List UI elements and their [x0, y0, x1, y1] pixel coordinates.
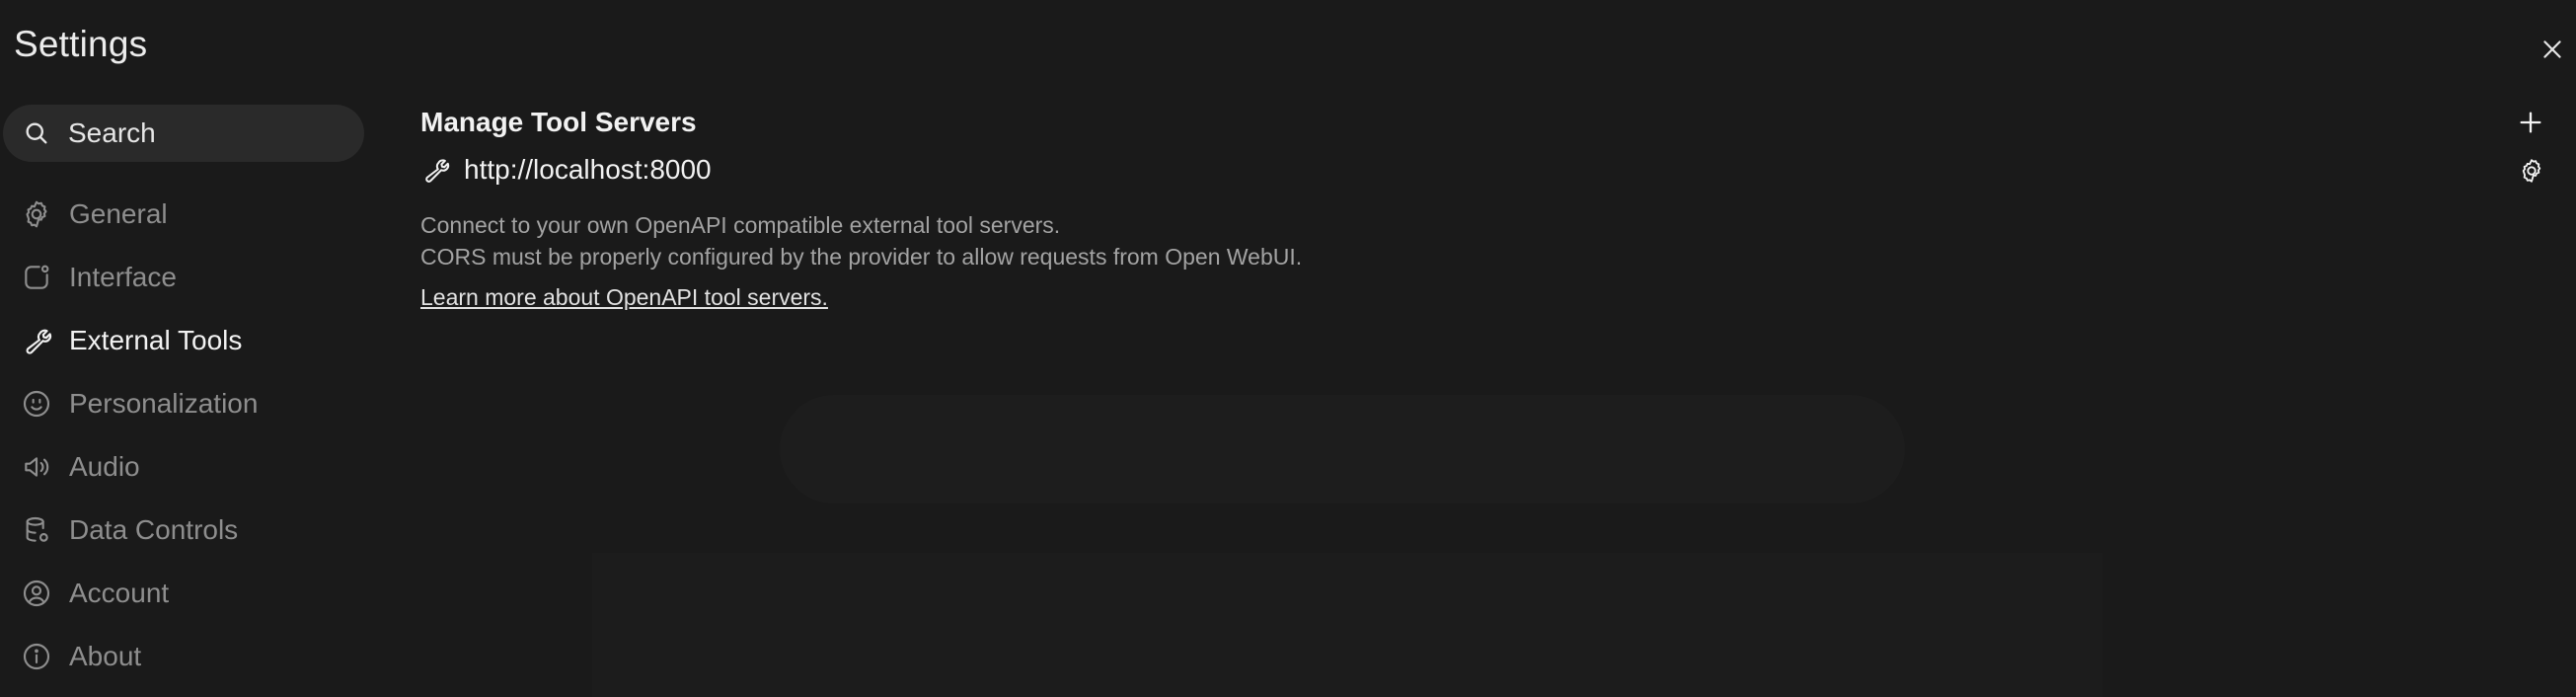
wrench-icon — [20, 324, 53, 357]
backdrop-shape — [780, 395, 1905, 503]
description-line: CORS must be properly configured by the … — [420, 244, 1303, 270]
sidebar-item-about[interactable]: About — [0, 625, 370, 688]
settings-window: Settings General — [0, 0, 2576, 697]
info-icon — [20, 640, 53, 673]
server-settings-button[interactable] — [2515, 154, 2548, 188]
sidebar-item-label: External Tools — [69, 325, 243, 355]
sidebar-item-label: Account — [69, 578, 170, 608]
description-line: Connect to your own OpenAPI compatible e… — [420, 212, 1061, 238]
face-icon — [20, 387, 53, 421]
section-title: Manage Tool Servers — [420, 107, 697, 137]
sidebar-item-label: General — [69, 198, 168, 229]
sidebar-item-data-controls[interactable]: Data Controls — [0, 499, 370, 562]
add-server-button[interactable] — [2513, 105, 2548, 140]
sidebar-item-personalization[interactable]: Personalization — [0, 372, 370, 435]
sidebar-item-label: Data Controls — [69, 514, 239, 545]
page-title: Settings — [14, 24, 148, 64]
database-icon — [20, 513, 53, 547]
search-icon — [26, 122, 47, 144]
sidebar-item-general[interactable]: General — [0, 183, 370, 246]
learn-more-link[interactable]: Learn more about OpenAPI tool servers. — [420, 284, 828, 311]
sidebar-item-label: Audio — [69, 451, 140, 482]
gear-icon — [2522, 159, 2541, 183]
sidebar-item-label: Interface — [69, 262, 177, 292]
speaker-icon — [20, 450, 53, 484]
sidebar-item-interface[interactable]: Interface — [0, 246, 370, 309]
close-icon — [2543, 40, 2561, 58]
plus-icon — [2520, 112, 2541, 133]
search-input[interactable] — [66, 116, 346, 150]
sidebar-item-label: About — [69, 641, 142, 671]
backdrop-shape — [592, 553, 2102, 697]
close-button[interactable] — [2535, 32, 2570, 67]
search-box[interactable] — [3, 105, 364, 162]
user-circle-icon — [20, 577, 53, 610]
server-url: http://localhost:8000 — [464, 154, 712, 185]
wrench-icon — [425, 159, 450, 183]
sidebar-item-label: Personalization — [69, 388, 259, 419]
gear-icon — [20, 197, 53, 231]
interface-icon — [20, 261, 53, 294]
tool-server-row: http://localhost:8000 — [420, 154, 712, 186]
sidebar-nav: General Interface External Tools Persona… — [0, 183, 370, 688]
sidebar-item-audio[interactable]: Audio — [0, 435, 370, 499]
sidebar-item-account[interactable]: Account — [0, 562, 370, 625]
sidebar-item-external-tools[interactable]: External Tools — [0, 309, 370, 372]
description: Connect to your own OpenAPI compatible e… — [420, 209, 1302, 272]
